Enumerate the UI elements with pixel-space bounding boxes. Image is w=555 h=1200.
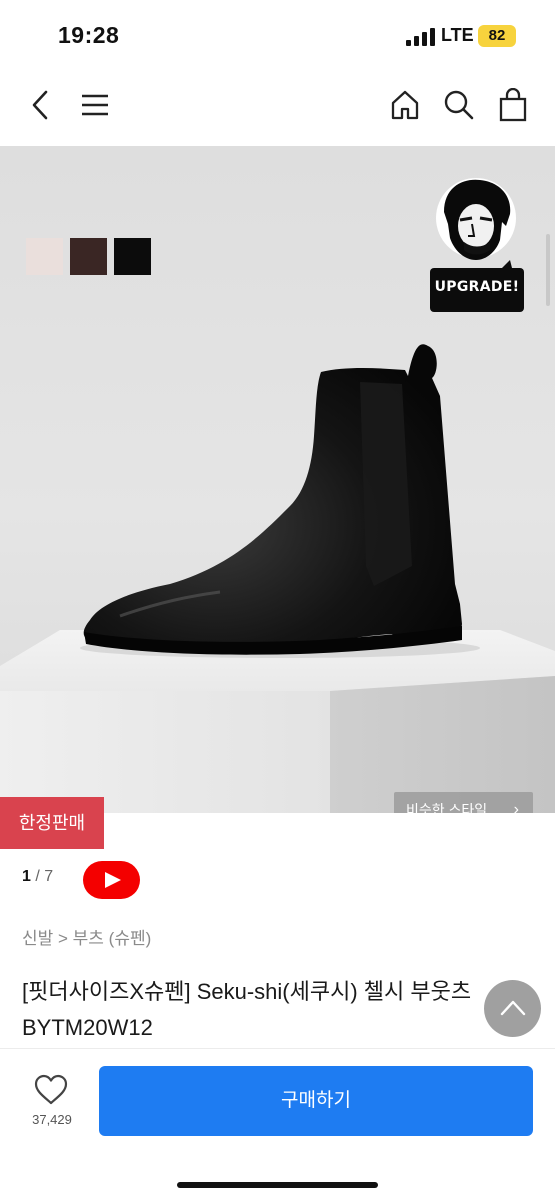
signal-icon <box>406 28 436 46</box>
scroll-to-top-button[interactable] <box>484 980 541 1037</box>
back-icon[interactable] <box>18 82 64 128</box>
cart-icon[interactable] <box>490 82 536 128</box>
brand-badge: UPGRADE! <box>428 174 524 312</box>
brand-badge-text: UPGRADE! <box>434 279 520 295</box>
status-time: 19:28 <box>58 22 120 48</box>
breadcrumb[interactable]: 신발 > 부츠 (슈펜) <box>22 924 151 949</box>
heart-icon <box>34 1074 68 1105</box>
search-icon[interactable] <box>436 82 482 128</box>
play-icon <box>105 872 121 888</box>
product-title: [핏더사이즈X슈펜] Seku-shi(세쿠시) 첼시 부웃츠 BYTM20W1… <box>22 979 472 1040</box>
pager-current: 1 <box>22 868 31 885</box>
product-image[interactable]: UPGRADE! 비슷한 스타일 › <box>0 146 555 813</box>
image-pager: 1 / 7 <box>22 868 53 886</box>
buy-button[interactable]: 구매하기 <box>99 1066 533 1136</box>
chevron-up-icon <box>500 1000 526 1016</box>
chevron-right-icon: › <box>513 801 519 813</box>
network-label: LTE <box>441 25 474 45</box>
home-indicator <box>177 1182 378 1188</box>
pager-total: / 7 <box>35 868 54 885</box>
limited-sale-badge: 한정판매 <box>0 797 104 849</box>
home-icon[interactable] <box>382 82 428 128</box>
like-button[interactable]: 37,429 <box>22 1074 80 1134</box>
similar-style-label: 비슷한 스타일 <box>406 802 488 813</box>
status-bar: 19:28 LTE 82 <box>0 0 555 72</box>
video-play-button[interactable] <box>83 861 140 899</box>
bottom-action-bar: 37,429 구매하기 <box>0 1048 555 1200</box>
nav-bar <box>0 72 555 146</box>
menu-icon[interactable] <box>72 82 118 128</box>
similar-style-button[interactable]: 비슷한 스타일 › <box>394 792 533 813</box>
battery-icon: 82 <box>478 25 516 47</box>
like-count: 37,429 <box>32 1112 72 1127</box>
